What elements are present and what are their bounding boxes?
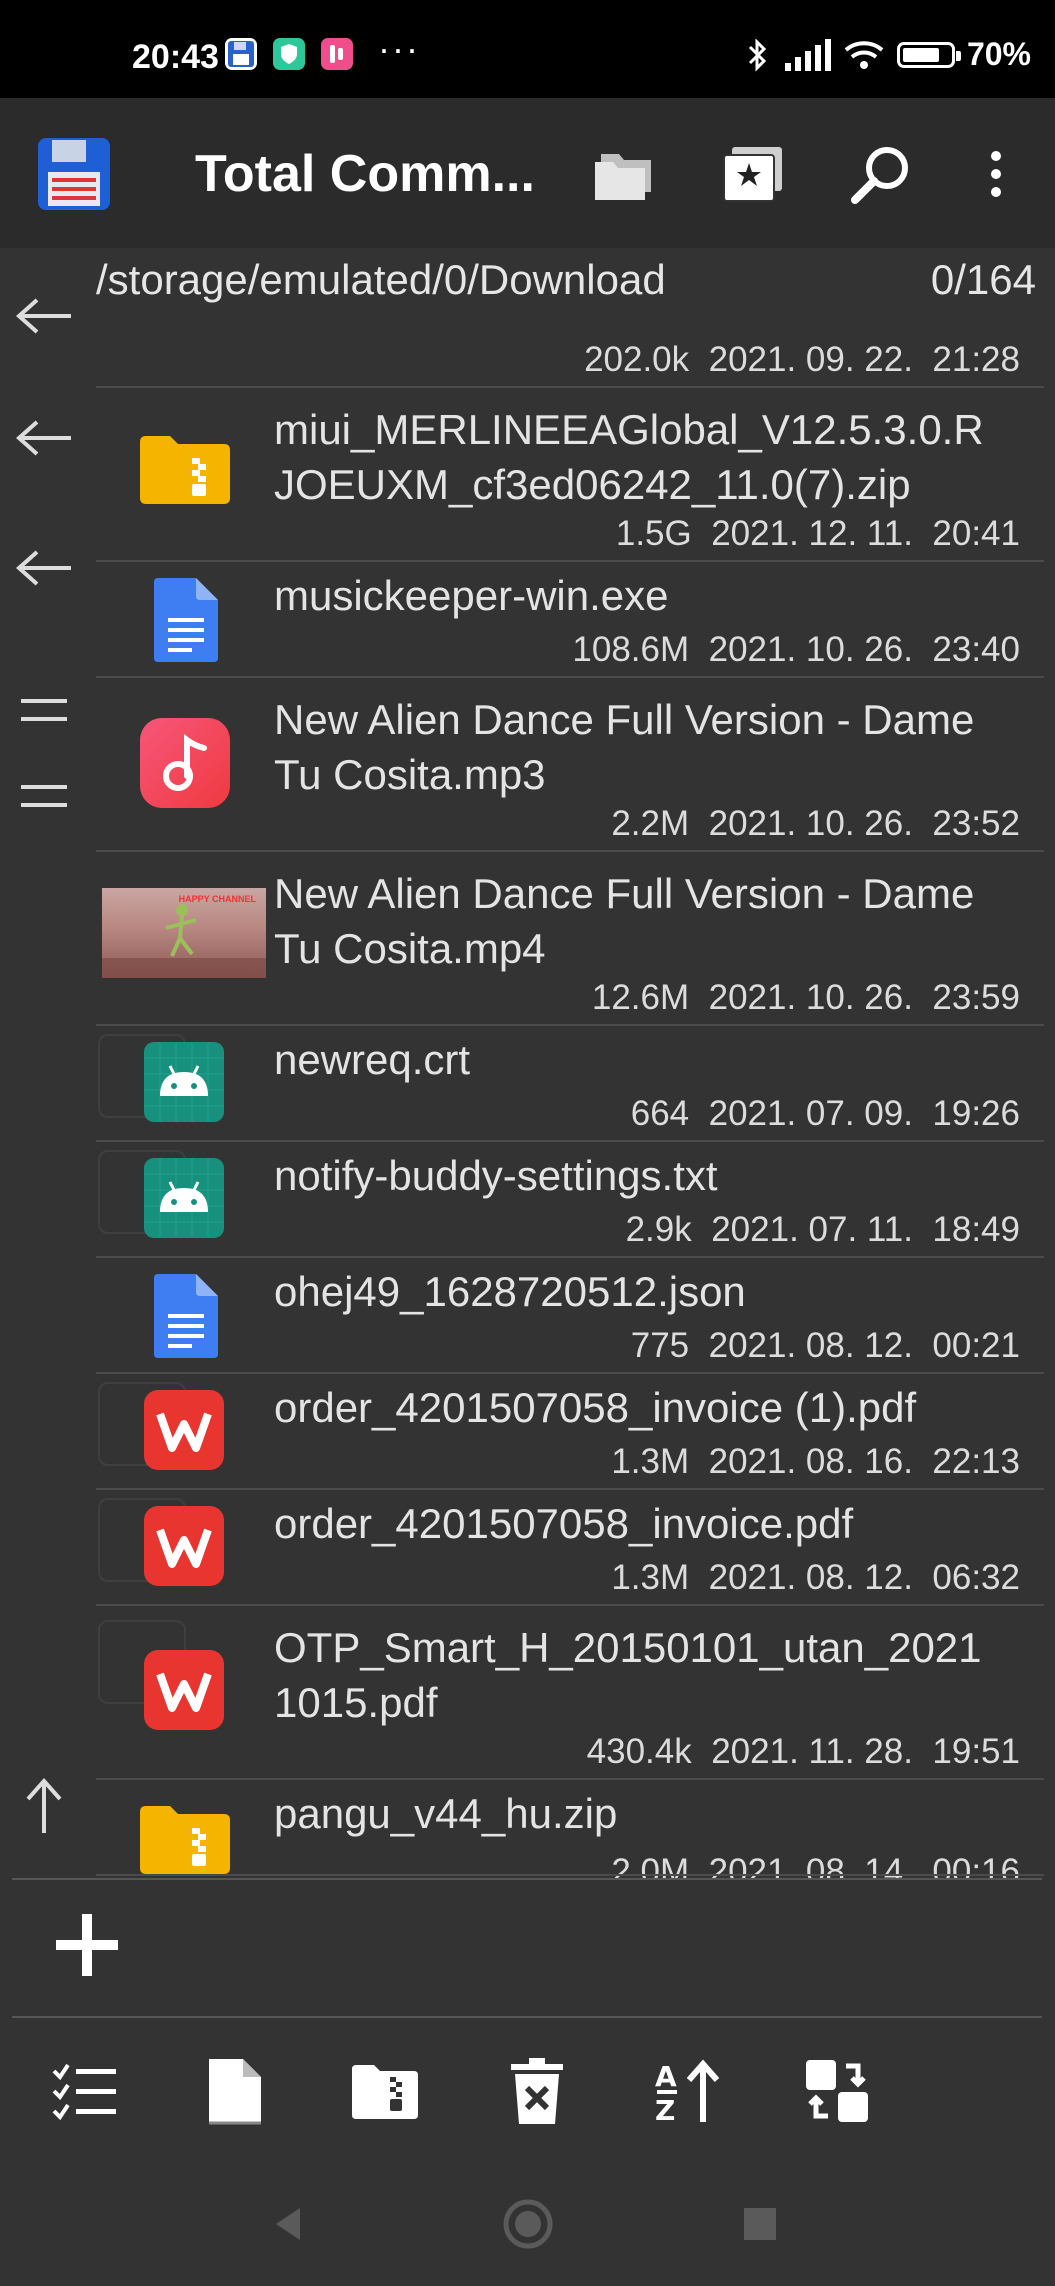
signal-icon [784,38,831,71]
file-meta: 430.4k 2021. 11. 28. 19:51 [586,1732,1020,1771]
file-meta: 1.5G 2021. 12. 11. 20:41 [615,514,1020,553]
file-meta: 12.6M 2021. 10. 26. 23:59 [591,978,1020,1017]
file-name: newreq.crt [274,1036,471,1083]
file-meta: 108.6M 2021. 10. 26. 23:40 [572,630,1020,669]
file-name: miui_MERLINEEAGlobal_V12.5.3.0.R JOEUXM_… [274,406,984,508]
wifi-icon [844,40,884,69]
battery-icon [896,41,961,68]
menu-lines-icon[interactable] [12,678,76,742]
document-icon [154,578,218,662]
list-item[interactable]: OTP_Smart_H_20150101_utan_2021 1015.pdf … [96,1606,1044,1778]
menu-lines-icon[interactable] [12,764,76,828]
app-notification-icon [321,38,353,70]
divider [12,1878,1042,1880]
swap-panels-icon[interactable] [792,2046,882,2136]
list-item[interactable]: New Alien Dance Full Version - Dame Tu C… [96,678,1044,850]
bluetooth-icon [748,37,767,72]
search-icon[interactable] [843,136,919,212]
add-icon[interactable] [42,1900,132,1990]
list-item[interactable]: HAPPY CHANNEL New Alien Dance Full Versi… [96,852,1044,1024]
recents-nav-icon[interactable] [730,2194,790,2254]
file-name: order_4201507058_invoice (1).pdf [274,1384,917,1431]
folders-icon[interactable] [586,136,662,212]
file-meta: 2.2M 2021. 10. 26. 23:52 [611,804,1020,843]
android-icon [144,1042,224,1122]
back-nav-icon[interactable] [258,2194,318,2254]
file-meta: 202.0k 2021. 09. 22. 21:28 [584,340,1020,379]
file-name: ohej49_1628720512.json [274,1268,746,1315]
zip-folder-icon [140,436,230,504]
video-thumbnail: HAPPY CHANNEL [102,888,266,978]
wps-pdf-icon [144,1506,224,1586]
zip-archive-icon[interactable] [340,2046,430,2136]
wps-pdf-icon [144,1390,224,1470]
status-time: 20:43 [132,38,219,76]
selection-count: 0/164 [930,256,1036,303]
bookmarks-icon[interactable] [715,136,791,212]
divider [96,1874,1044,1876]
app-toolbar: Total Comm... [0,98,1055,248]
svg-text:A: A [655,2060,677,2093]
app-title: Total Comm... [195,145,535,203]
file-meta: 775 2021. 08. 12. 00:21 [630,1326,1020,1365]
document-icon [154,1274,218,1358]
file-meta: 2.9k 2021. 07. 11. 18:49 [625,1210,1020,1249]
wps-pdf-icon [144,1650,224,1730]
file-meta: 1.3M 2021. 08. 16. 22:13 [611,1442,1020,1481]
file-name: New Alien Dance Full Version - Dame Tu C… [274,696,975,798]
floppy-disk-icon[interactable] [36,136,112,212]
more-notifications: ··· [378,28,420,69]
file-meta: 664 2021. 07. 09. 19:26 [630,1094,1020,1133]
zip-folder-icon [140,1806,230,1874]
list-item[interactable]: pangu_v44_hu.zip 2.0M 2021. 08. 14. 00:1… [96,1780,1044,1878]
file-meta: 1.3M 2021. 08. 12. 06:32 [611,1558,1020,1597]
file-name: pangu_v44_hu.zip [274,1790,618,1837]
list-item[interactable]: notify-buddy-settings.txt 2.9k 2021. 07.… [96,1142,1044,1256]
list-item[interactable]: order_4201507058_invoice.pdf 1.3M 2021. … [96,1490,1044,1604]
back-arrow-icon[interactable] [12,284,76,348]
status-bar: 20:43 ··· 70% [0,0,1055,98]
music-icon [140,718,230,808]
add-bar [0,1878,1055,2018]
android-icon [144,1158,224,1238]
status-right: 70% [745,36,1031,73]
sort-az-icon[interactable]: AZ [642,2046,732,2136]
action-bar: AZ [0,2018,1055,2168]
up-arrow-icon[interactable] [12,1774,76,1838]
battery-percent: 70% [966,36,1031,72]
system-nav-bar [0,2168,1055,2286]
list-item[interactable]: miui_MERLINEEAGlobal_V12.5.3.0.R JOEUXM_… [96,388,1044,560]
file-name: order_4201507058_invoice.pdf [274,1500,854,1547]
file-name: OTP_Smart_H_20150101_utan_2021 1015.pdf [274,1624,982,1726]
file-list: pdf 202.0k 2021. 09. 22. 21:28 miui_MERL… [96,248,1055,1878]
home-nav-icon[interactable] [498,2194,558,2254]
list-item[interactable]: newreq.crt 664 2021. 07. 09. 19:26 [96,1026,1044,1140]
select-list-icon[interactable] [40,2046,130,2136]
floppy-notification-icon [225,38,257,70]
back-arrow-icon[interactable] [12,536,76,600]
list-item[interactable]: musickeeper-win.exe 108.6M 2021. 10. 26.… [96,562,1044,676]
list-item[interactable]: order_4201507058_invoice (1).pdf 1.3M 20… [96,1374,1044,1488]
new-file-icon[interactable] [190,2046,280,2136]
svg-text:Z: Z [655,2094,675,2126]
file-name: musickeeper-win.exe [274,572,669,619]
current-path: /storage/emulated/0/Download [96,256,666,303]
file-name: notify-buddy-settings.txt [274,1152,718,1199]
back-arrow-icon[interactable] [12,406,76,470]
delete-icon[interactable] [492,2046,582,2136]
path-bar[interactable]: /storage/emulated/0/Download 0/164 [96,248,1036,314]
shield-notification-icon [273,38,305,70]
overflow-menu-icon[interactable] [958,136,1034,212]
list-item[interactable]: ohej49_1628720512.json 775 2021. 08. 12.… [96,1258,1044,1372]
side-panel [0,248,90,1878]
file-name: New Alien Dance Full Version - Dame Tu C… [274,870,975,972]
